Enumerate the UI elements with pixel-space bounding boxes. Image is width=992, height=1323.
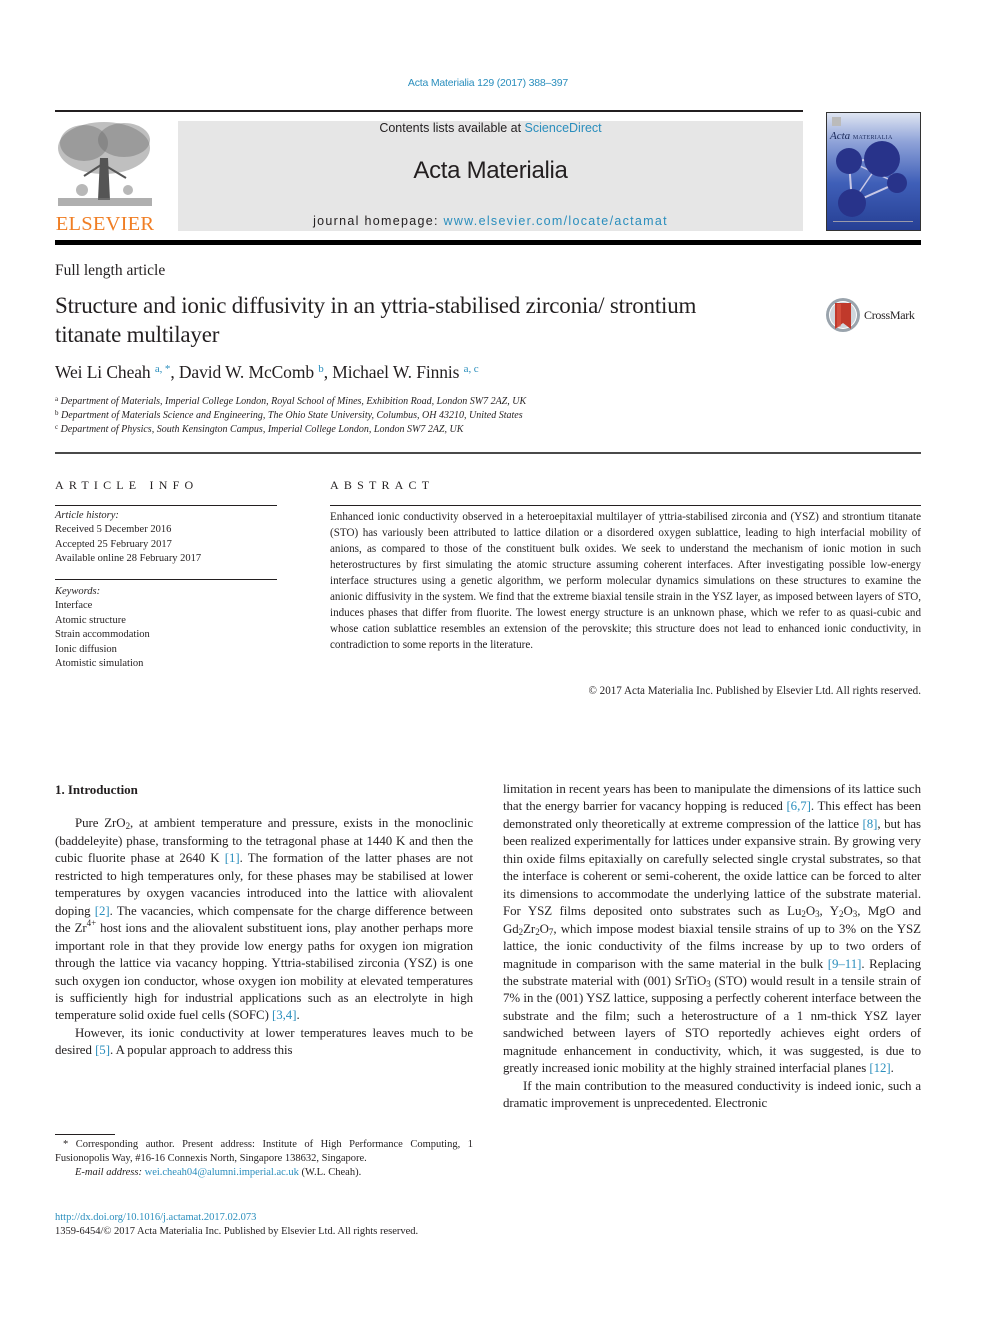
footnote: * Corresponding author. Present address:… — [55, 1138, 473, 1180]
author-name[interactable]: Michael W. Finnis — [332, 362, 459, 382]
abstract-text: Enhanced ionic conductivity observed in … — [330, 511, 921, 651]
keyword-item: Atomistic simulation — [55, 658, 144, 670]
body-paragraph: limitation in recent years has been to m… — [503, 782, 921, 1076]
section-heading-introduction: 1. Introduction — [55, 782, 138, 797]
journal-citation-link[interactable]: Acta Materialia 129 (2017) 388–397 — [0, 77, 976, 89]
author-name[interactable]: Wei Li Cheah — [55, 362, 151, 382]
cover-title: Acta MATERIALIA — [830, 130, 893, 142]
article-history: Article history: Received 5 December 201… — [55, 509, 201, 567]
citation-link[interactable]: [9–11] — [828, 957, 862, 971]
body-paragraph: Pure ZrO2, at ambient temperature and pr… — [55, 816, 474, 1023]
keyword-item: Atomic structure — [55, 614, 126, 626]
keyword-item: Interface — [55, 600, 93, 612]
body-paragraph: However, its ionic conductivity at lower… — [55, 1025, 473, 1058]
abstract-rule — [330, 505, 921, 506]
body-column-right: limitation in recent years has been to m… — [503, 781, 921, 1113]
citation-link[interactable]: [12] — [869, 1061, 890, 1075]
elsevier-tree-icon — [58, 122, 152, 206]
body-column-left: 1. Introduction Pure ZrO2, at ambient te… — [55, 781, 473, 1060]
article-title: Structure and ionic diffusivity in an yt… — [55, 293, 697, 347]
elsevier-logo[interactable]: ELSEVIER — [54, 118, 156, 236]
keywords-rule — [55, 579, 277, 580]
keywords-label: Keywords: — [55, 586, 101, 597]
crossmark-icon — [826, 298, 860, 332]
abstract-heading: ABSTRACT — [330, 478, 435, 492]
sciencedirect-link[interactable]: ScienceDirect — [525, 121, 602, 135]
author-list: Wei Li Cheah a, *, David W. McComb b, Mi… — [55, 362, 479, 382]
journal-masthead: Contents lists available at ScienceDirec… — [178, 121, 803, 231]
citation-link[interactable]: [2] — [95, 904, 110, 918]
crossmark-label: CrossMark — [864, 308, 915, 322]
elsevier-wordmark: ELSEVIER — [55, 213, 155, 235]
author-name[interactable]: David W. McComb — [179, 362, 314, 382]
journal-title: Acta Materialia — [413, 157, 568, 184]
citation-link[interactable]: [8] — [863, 817, 878, 831]
contents-availability: Contents lists available at ScienceDirec… — [178, 121, 803, 135]
header-thick-rule — [55, 240, 921, 245]
crossmark-badge[interactable]: CrossMark — [825, 296, 925, 334]
history-label: Article history: — [55, 510, 119, 521]
citation-link[interactable]: [6,7] — [786, 799, 811, 813]
journal-cover-thumbnail[interactable]: Acta MATERIALIA — [826, 112, 921, 231]
journal-homepage-link[interactable]: www.elsevier.com/locate/actamat — [444, 214, 668, 228]
journal-homepage: journal homepage: www.elsevier.com/locat… — [178, 214, 803, 228]
corresponding-author-note: * Corresponding author. Present address:… — [55, 1139, 473, 1164]
citation-link[interactable]: [5] — [95, 1043, 110, 1057]
affiliation-item: c Department of Physics, South Kensingto… — [55, 423, 464, 436]
body-paragraph: If the main contribution to the measured… — [503, 1078, 921, 1111]
affiliation-item: b Department of Materials Science and En… — [55, 409, 523, 422]
header-top-rule — [55, 110, 803, 112]
article-info-rule — [55, 505, 277, 506]
doi-link[interactable]: http://dx.doi.org/10.1016/j.actamat.2017… — [55, 1212, 256, 1223]
history-accepted: Accepted 25 February 2017 — [55, 538, 172, 550]
author-affiliation-marker[interactable]: a, * — [155, 363, 171, 375]
contents-prefix: Contents lists available at — [379, 121, 525, 135]
citation-link[interactable]: [1] — [225, 851, 240, 865]
history-received: Received 5 December 2016 — [55, 524, 172, 536]
article-info-heading: ARTICLE INFO — [55, 478, 199, 492]
abstract-copyright: © 2017 Acta Materialia Inc. Published by… — [588, 685, 921, 697]
issn-copyright: 1359-6454/© 2017 Acta Materialia Inc. Pu… — [55, 1226, 419, 1237]
author-affiliation-marker[interactable]: a, c — [464, 363, 479, 375]
article-type: Full length article — [55, 262, 166, 279]
email-link[interactable]: wei.cheah04@alumni.imperial.ac.uk — [145, 1167, 299, 1178]
homepage-prefix: journal homepage: — [313, 214, 444, 228]
keyword-item: Strain accommodation — [55, 629, 150, 641]
affiliations: a Department of Materials, Imperial Coll… — [55, 395, 526, 437]
affiliation-item: a Department of Materials, Imperial Coll… — [55, 395, 527, 408]
author-affiliation-marker[interactable]: b — [318, 363, 324, 375]
history-online: Available online 28 February 2017 — [55, 553, 202, 565]
section-divider — [55, 452, 921, 454]
email-line: E-mail address: wei.cheah04@alumni.imper… — [75, 1167, 362, 1178]
keyword-item: Ionic diffusion — [55, 643, 117, 655]
keywords: Keywords: Interface Atomic structure Str… — [55, 585, 150, 671]
citation-link[interactable]: [3,4] — [272, 1008, 297, 1022]
footnote-rule — [55, 1134, 115, 1135]
